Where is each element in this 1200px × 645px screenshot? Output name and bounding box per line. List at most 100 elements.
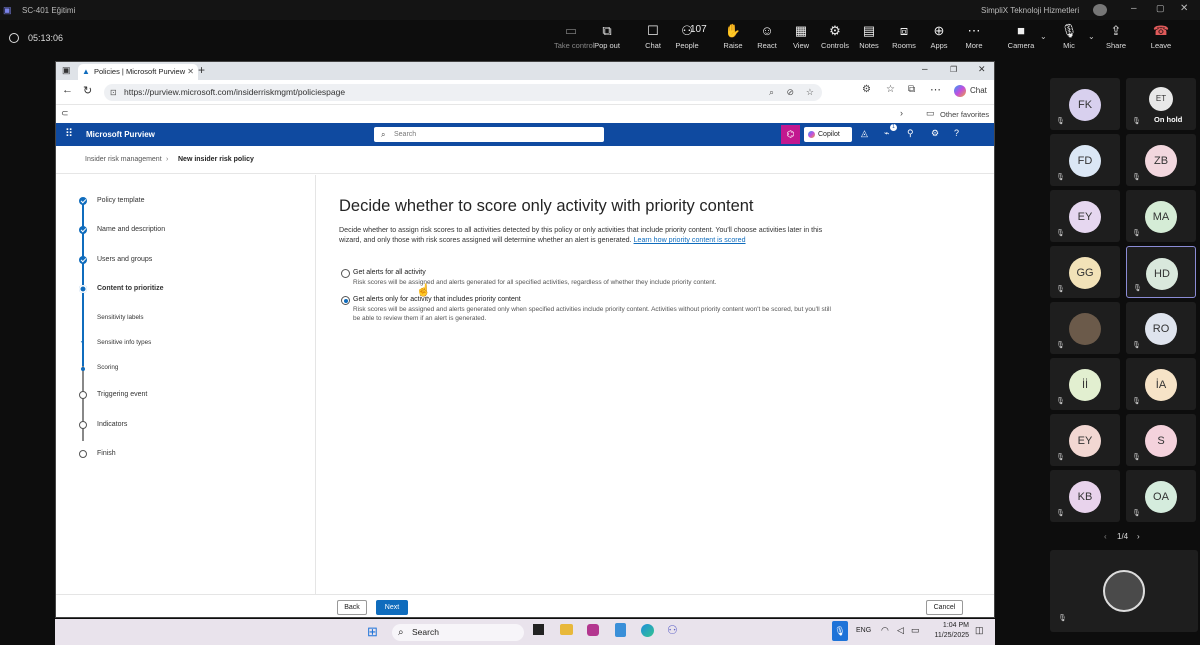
cancel-button[interactable]: Cancel: [926, 600, 963, 615]
address-bar[interactable]: ⊡ https://purview.microsoft.com/insiderr…: [104, 84, 822, 101]
participant-avatar: HD: [1146, 258, 1178, 290]
raise-label: Raise: [723, 41, 743, 50]
teams-logo-icon: ▣: [3, 5, 12, 15]
maximize-icon[interactable]: ▢: [1156, 3, 1165, 14]
refresh-icon[interactable]: ↻: [83, 84, 92, 97]
volume-icon[interactable]: ◁: [897, 625, 904, 636]
purview-search-input[interactable]: ⌕ Search: [374, 127, 604, 142]
participant-tile[interactable]: HD 🎙: [1126, 246, 1196, 298]
browser-chat-label[interactable]: Chat: [970, 86, 987, 95]
browser-close-icon[interactable]: ✕: [978, 64, 986, 75]
mic-options-icon[interactable]: ⌄: [1088, 32, 1095, 41]
participant-tile[interactable]: OA 🎙: [1126, 470, 1196, 522]
leave-button[interactable]: ☎ Leave: [1144, 20, 1178, 76]
app-launcher-icon[interactable]: ⠿: [65, 127, 73, 140]
back-button[interactable]: Back: [337, 600, 367, 615]
next-button[interactable]: Next: [376, 600, 408, 615]
self-video-tile[interactable]: 🎙: [1050, 550, 1198, 632]
language-indicator[interactable]: ENG: [856, 627, 871, 634]
share-button[interactable]: ⇪ Share: [1099, 20, 1133, 76]
back-arrow-icon[interactable]: ←: [62, 84, 73, 96]
tab-close-icon[interactable]: ✕: [187, 64, 194, 80]
zoom-icon[interactable]: ⌕: [769, 84, 774, 101]
collections-icon[interactable]: ⧉: [908, 84, 915, 95]
edge-icon[interactable]: [641, 624, 654, 637]
wifi-icon[interactable]: ◠: [881, 625, 889, 636]
participant-tile[interactable]: KB 🎙: [1050, 470, 1120, 522]
link-icon[interactable]: ⚲: [907, 128, 914, 139]
participant-tile[interactable]: MA 🎙: [1126, 190, 1196, 242]
participant-tile[interactable]: İA 🎙: [1126, 358, 1196, 410]
other-favorites[interactable]: Other favorites: [940, 110, 989, 119]
camera-button[interactable]: ■ Camera: [1004, 20, 1038, 76]
copilot-label: Copilot: [818, 131, 840, 138]
option-priority-content-radio[interactable]: [341, 296, 350, 305]
windows-start-icon[interactable]: ⊞: [367, 624, 378, 640]
mic-button[interactable]: 🎙 Mic: [1052, 20, 1086, 76]
participant-tile[interactable]: EY 🎙: [1050, 190, 1120, 242]
settings-more-icon[interactable]: ⋯: [930, 83, 941, 96]
new-tab-icon[interactable]: +: [198, 63, 205, 77]
favorites-icon[interactable]: ☆: [886, 84, 895, 95]
participant-tile[interactable]: 🎙: [1050, 302, 1120, 354]
tab-actions-icon[interactable]: ▣: [62, 65, 71, 76]
participant-tile[interactable]: ET 🎙 On hold: [1126, 78, 1196, 130]
participant-tile[interactable]: FK 🎙: [1050, 78, 1120, 130]
meeting-toolbar: 05:13:06 ▭ Take control ⧉ Pop out ☐ Chat ⚇ Peop…: [0, 20, 1200, 58]
app-icon[interactable]: [587, 624, 599, 636]
page-prev-icon[interactable]: ‹: [1104, 532, 1107, 541]
step-complete-icon: [79, 256, 87, 264]
mic-off-icon: 🎙: [1132, 510, 1141, 517]
favorite-star-icon[interactable]: ☆: [806, 84, 814, 101]
mic-off-icon: 🎙: [1132, 342, 1141, 349]
copilot-button[interactable]: Copilot: [804, 127, 852, 142]
participant-avatar: ET: [1149, 87, 1173, 111]
clock-date[interactable]: 11/25/2025: [925, 632, 969, 639]
people-count: 107: [690, 24, 707, 35]
chat-icon: ☐: [647, 23, 659, 38]
participant-tile[interactable]: GG 🎙: [1050, 246, 1120, 298]
page-next-icon[interactable]: ›: [1137, 532, 1140, 541]
settings-gear-icon[interactable]: ⚙: [931, 128, 939, 139]
chevron-right-icon[interactable]: ›: [900, 108, 903, 118]
browser-tab[interactable]: ▲ Policies | Microsoft Purview ✕: [78, 64, 198, 80]
close-icon[interactable]: ✕: [1180, 3, 1188, 14]
camera-options-icon[interactable]: ⌄: [1040, 32, 1047, 41]
option-all-activity-label[interactable]: Get alerts for all activity: [353, 269, 426, 276]
notification-center-icon[interactable]: ◫: [975, 625, 984, 636]
purview-brand[interactable]: Microsoft Purview: [86, 130, 155, 139]
take-control-label: Take control: [554, 41, 595, 50]
participant-tile[interactable]: RO 🎙: [1126, 302, 1196, 354]
minimize-icon[interactable]: –: [1131, 3, 1137, 14]
breadcrumb-root[interactable]: Insider risk management: [85, 156, 162, 163]
tracking-prevention-icon[interactable]: ⊘: [786, 84, 794, 101]
participant-tile[interactable]: S 🎙: [1126, 414, 1196, 466]
apps-icon: ⊕: [933, 23, 945, 38]
taskbar-search-label: Search: [412, 627, 439, 637]
option-all-activity-radio[interactable]: [341, 269, 350, 278]
copilot-chat-icon[interactable]: [954, 85, 966, 97]
help-icon[interactable]: ?: [954, 128, 959, 138]
clock-time[interactable]: 1:04 PM: [931, 622, 969, 629]
browser-restore-icon[interactable]: ❐: [950, 65, 957, 74]
option-priority-content-label[interactable]: Get alerts only for activity that includ…: [353, 296, 521, 303]
browser-minimize-icon[interactable]: –: [922, 64, 928, 75]
extensions-icon[interactable]: ⚙: [862, 84, 871, 95]
participant-tile[interactable]: ZB 🎙: [1126, 134, 1196, 186]
notepad-icon[interactable]: [615, 623, 626, 637]
participant-tile[interactable]: EY 🎙: [1050, 414, 1120, 466]
taskbar-search[interactable]: ⌕ Search: [392, 624, 524, 641]
alerts-icon[interactable]: ⌁: [884, 128, 889, 139]
file-explorer-icon[interactable]: [560, 624, 573, 635]
task-view-icon[interactable]: [533, 624, 544, 635]
step-pending-icon: [79, 450, 87, 458]
teams-taskbar-icon[interactable]: ⚇: [667, 623, 678, 637]
battery-icon[interactable]: ▭: [911, 625, 920, 636]
participant-tile[interactable]: FD 🎙: [1050, 134, 1120, 186]
learn-more-link[interactable]: Learn how priority content is scored: [634, 236, 746, 244]
mic-in-use-icon[interactable]: 🎙: [832, 621, 848, 641]
copilot-pane-icon[interactable]: ⌬: [781, 125, 800, 144]
notifications-icon[interactable]: ◬: [861, 128, 868, 139]
favorites-bar-icon[interactable]: ⊂: [61, 108, 69, 119]
participant-tile[interactable]: İİ 🎙: [1050, 358, 1120, 410]
